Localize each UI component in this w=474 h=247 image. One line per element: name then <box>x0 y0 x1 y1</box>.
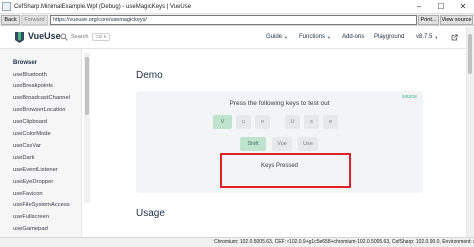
sidebar-item[interactable]: useDark <box>13 155 35 161</box>
close-button[interactable]: ✕ <box>452 0 474 14</box>
sidebar-item[interactable]: useBroadcastChannel <box>13 95 70 101</box>
sidebar-item[interactable]: useBreakpoints <box>13 83 53 89</box>
key-u-upper: U <box>285 115 300 129</box>
version-label: v8.7.5 <box>416 34 433 40</box>
page-scrollbar-thumb[interactable] <box>468 34 472 74</box>
sidebar-item[interactable]: useBluetooth <box>13 72 47 78</box>
sidebar-item[interactable]: useFavicon <box>13 191 43 197</box>
highlight-box <box>220 153 351 188</box>
demo-instructions: Press the following keys to test out <box>229 100 330 107</box>
search-box[interactable]: Search Ctrl K <box>60 33 110 41</box>
window-title: CefSharp.MinimalExample.Wpf (Debug) - us… <box>14 3 192 10</box>
chevron-down-icon: ▼ <box>284 34 288 40</box>
key-vue: Vue <box>272 137 292 151</box>
demo-heading: Demo <box>136 70 163 81</box>
forward-button[interactable]: Forward <box>21 14 48 25</box>
sidebar-item[interactable]: useGamepad <box>13 226 48 232</box>
nav-playground[interactable]: Playground <box>374 34 404 40</box>
sidebar-item[interactable]: useFullscreen <box>13 214 49 220</box>
chevron-down-icon: ▼ <box>327 34 331 40</box>
site-header: VueUse Search Ctrl K Guide ▼ Functions ▼ A… <box>0 27 474 49</box>
search-shortcut: Ctrl K <box>92 33 110 41</box>
view-source-button[interactable]: View source <box>440 14 473 25</box>
sidebar: Browser useBluetooth useBreakpoints useB… <box>0 49 82 237</box>
key-shift: Shift <box>240 137 266 151</box>
site-logo-text[interactable]: VueUse <box>28 31 61 41</box>
sidebar-item[interactable]: useEventListener <box>13 167 58 173</box>
key-u: u <box>236 115 251 129</box>
nav-guide-label: Guide <box>266 34 283 40</box>
key-e: e <box>255 115 270 129</box>
sidebar-item[interactable]: useFileSystemAccess <box>13 202 70 208</box>
nav-addons[interactable]: Add-ons <box>342 34 364 40</box>
nav-version[interactable]: v8.7.5 ▼ <box>416 34 438 40</box>
sidebar-item[interactable]: useEyeDropper <box>13 179 53 185</box>
sidebar-heading: Browser <box>13 60 38 66</box>
usage-heading: Usage <box>136 208 165 219</box>
key-e2: e <box>323 115 338 129</box>
search-icon <box>60 33 68 41</box>
sidebar-item[interactable]: useBrowserLocation <box>13 107 66 113</box>
key-s: s <box>304 115 319 129</box>
app-icon <box>2 2 11 11</box>
sidebar-item[interactable]: useColorMode <box>13 131 51 137</box>
key-use: Use <box>298 137 318 151</box>
back-button[interactable]: Back <box>1 14 20 25</box>
nav-functions[interactable]: Functions ▼ <box>299 34 331 40</box>
sidebar-item[interactable]: useClipboard <box>13 119 47 125</box>
print-button[interactable]: Print... <box>418 14 439 25</box>
minimize-button[interactable]: – <box>408 0 430 14</box>
sidebar-scrollbar-thumb[interactable] <box>85 57 89 115</box>
external-link-icon[interactable] <box>451 34 458 41</box>
maximize-button[interactable]: ☐ <box>430 0 452 14</box>
search-placeholder: Search <box>71 34 89 40</box>
window-title-bar: CefSharp.MinimalExample.Wpf (Debug) - us… <box>0 0 474 14</box>
nav-guide[interactable]: Guide ▼ <box>266 34 288 40</box>
chevron-down-icon: ▼ <box>434 34 439 40</box>
nav-functions-label: Functions <box>299 34 326 40</box>
browser-toolbar: Back Forward https://vueuse.org/core/use… <box>0 14 474 26</box>
address-bar[interactable]: https://vueuse.org/core/usemagickeys/ <box>50 14 417 25</box>
status-text: Chromium: 102.0.5005.63, CEF: r102.0.9+g… <box>214 239 474 245</box>
key-v: V <box>213 115 232 129</box>
vueuse-logo-icon[interactable] <box>15 32 24 43</box>
sidebar-item[interactable]: useCssVar <box>13 143 41 149</box>
status-bar: Chromium: 102.0.5005.63, CEF: r102.0.9+g… <box>0 237 474 247</box>
